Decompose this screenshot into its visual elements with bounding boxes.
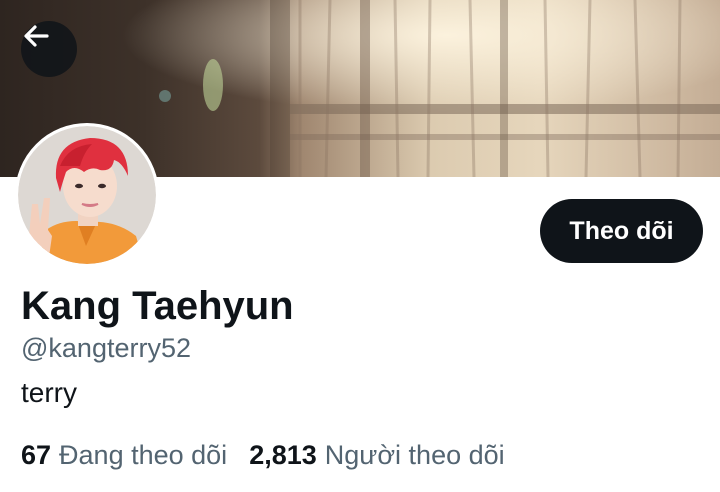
back-button[interactable] <box>21 21 77 77</box>
profile-photo <box>18 126 156 264</box>
following-label: Đang theo dõi <box>59 440 228 470</box>
follow-stats: 67 Đang theo dõi 2,813 Người theo dõi <box>21 440 505 471</box>
following-count: 67 <box>21 440 52 470</box>
avatar[interactable] <box>15 123 159 267</box>
profile-bio: terry <box>21 377 77 408</box>
profile-page: Theo dõi Kang Taehyun @kangterry52 terry… <box>0 0 720 492</box>
arrow-left-icon <box>24 25 49 47</box>
followers-label: Người theo dõi <box>324 440 505 470</box>
display-name: Kang Taehyun <box>21 284 294 328</box>
follow-button[interactable]: Theo dõi <box>540 199 703 263</box>
following-link[interactable]: 67 Đang theo dõi <box>21 440 227 471</box>
followers-link[interactable]: 2,813 Người theo dõi <box>249 440 504 471</box>
followers-count: 2,813 <box>249 440 317 470</box>
profile-handle: @kangterry52 <box>21 333 191 363</box>
